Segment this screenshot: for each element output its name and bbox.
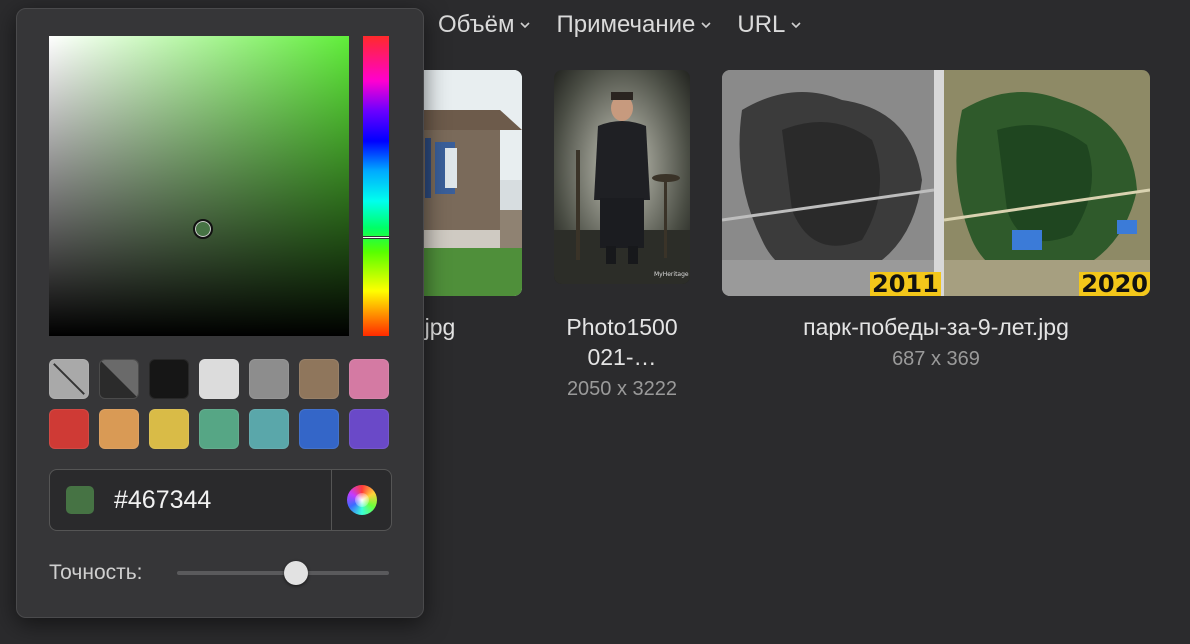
year-2011-badge: 2011 bbox=[870, 270, 941, 296]
filter-url-button[interactable]: URL bbox=[737, 11, 801, 39]
swatch-red[interactable] bbox=[49, 409, 89, 449]
gallery-item-aerial-thumbnail[interactable]: 2011 2020 bbox=[722, 70, 1150, 296]
precision-slider[interactable] bbox=[177, 561, 389, 585]
swatch-light-gray[interactable] bbox=[199, 359, 239, 399]
swatch-gray[interactable] bbox=[249, 359, 289, 399]
swatch-yellow[interactable] bbox=[149, 409, 189, 449]
swatch-purple[interactable] bbox=[349, 409, 389, 449]
swatch-teal[interactable] bbox=[249, 409, 289, 449]
precision-label: Точность: bbox=[49, 561, 143, 584]
chevron-down-icon bbox=[701, 20, 711, 30]
swatch-black[interactable] bbox=[149, 359, 189, 399]
gallery-item-portrait-dimensions: 2050 x 3222 bbox=[566, 378, 678, 400]
swatch-none[interactable] bbox=[49, 359, 89, 399]
gallery-item-portrait-caption-line2: 021-… bbox=[587, 344, 657, 370]
hex-color-field bbox=[49, 469, 392, 531]
color-wheel-button[interactable] bbox=[331, 470, 391, 530]
filter-bar: Объём Примечание URL bbox=[438, 10, 801, 40]
chevron-down-icon bbox=[791, 20, 801, 30]
year-2020-badge: 2020 bbox=[1079, 270, 1150, 296]
svg-text:MyHeritage: MyHeritage bbox=[654, 271, 689, 278]
color-cursor-handle[interactable] bbox=[193, 219, 213, 239]
chevron-down-icon bbox=[520, 20, 531, 30]
filter-volume-label: Объём bbox=[438, 11, 515, 38]
swatch-green[interactable] bbox=[199, 409, 239, 449]
swatch-transparent-dark[interactable] bbox=[99, 359, 139, 399]
gallery-item-portrait-caption-line1: Photo1500 bbox=[566, 314, 678, 340]
gallery-item-portrait-thumbnail[interactable]: MyHeritage bbox=[554, 70, 690, 284]
hue-slider-handle[interactable] bbox=[362, 236, 390, 239]
saturation-value-area[interactable] bbox=[49, 36, 349, 336]
filter-url-label: URL bbox=[737, 11, 786, 38]
swatch-pink[interactable] bbox=[349, 359, 389, 399]
color-swatches bbox=[49, 359, 389, 449]
color-picker-popover: Точность: bbox=[16, 8, 424, 618]
swatch-blue[interactable] bbox=[299, 409, 339, 449]
hue-slider[interactable] bbox=[363, 36, 389, 336]
hex-input[interactable] bbox=[114, 485, 314, 515]
current-color-chip bbox=[66, 486, 94, 514]
gallery-item-aerial-caption: парк-победы-за-9-лет.jpg bbox=[803, 314, 1069, 340]
color-wheel-icon bbox=[346, 485, 377, 515]
gallery-item-aerial-dimensions: 687 x 369 bbox=[892, 348, 980, 370]
filter-note-label: Примечание bbox=[556, 11, 696, 38]
swatch-brown[interactable] bbox=[299, 359, 339, 399]
filter-volume-button[interactable]: Объём bbox=[438, 11, 531, 39]
swatch-orange[interactable] bbox=[99, 409, 139, 449]
filter-note-button[interactable]: Примечание bbox=[556, 11, 711, 39]
precision-slider-thumb[interactable] bbox=[283, 561, 308, 585]
